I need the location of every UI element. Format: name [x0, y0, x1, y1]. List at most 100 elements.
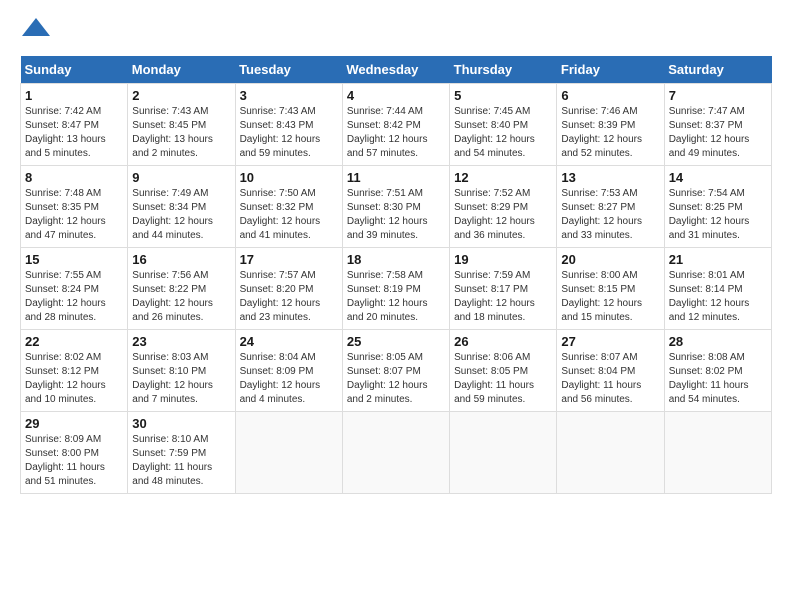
- calendar-day-cell: 21 Sunrise: 8:01 AM Sunset: 8:14 PM Dayl…: [664, 248, 771, 330]
- calendar-week-row: 1 Sunrise: 7:42 AM Sunset: 8:47 PM Dayli…: [21, 84, 772, 166]
- col-wednesday: Wednesday: [342, 56, 449, 84]
- day-number: 30: [132, 416, 230, 431]
- calendar-day-cell: 5 Sunrise: 7:45 AM Sunset: 8:40 PM Dayli…: [450, 84, 557, 166]
- day-info: Sunrise: 8:07 AM Sunset: 8:04 PM Dayligh…: [561, 351, 659, 407]
- logo: [20, 20, 50, 46]
- calendar-day-cell: 12 Sunrise: 7:52 AM Sunset: 8:29 PM Dayl…: [450, 166, 557, 248]
- day-info: Sunrise: 8:06 AM Sunset: 8:05 PM Dayligh…: [454, 351, 552, 407]
- day-info: Sunrise: 7:59 AM Sunset: 8:17 PM Dayligh…: [454, 269, 552, 325]
- day-info: Sunrise: 8:04 AM Sunset: 8:09 PM Dayligh…: [240, 351, 338, 407]
- day-info: Sunrise: 7:54 AM Sunset: 8:25 PM Dayligh…: [669, 187, 767, 243]
- calendar-day-cell: 9 Sunrise: 7:49 AM Sunset: 8:34 PM Dayli…: [128, 166, 235, 248]
- day-number: 28: [669, 334, 767, 349]
- calendar-day-cell: 17 Sunrise: 7:57 AM Sunset: 8:20 PM Dayl…: [235, 248, 342, 330]
- calendar-day-cell: 22 Sunrise: 8:02 AM Sunset: 8:12 PM Dayl…: [21, 330, 128, 412]
- day-info: Sunrise: 7:52 AM Sunset: 8:29 PM Dayligh…: [454, 187, 552, 243]
- calendar-day-cell: 16 Sunrise: 7:56 AM Sunset: 8:22 PM Dayl…: [128, 248, 235, 330]
- calendar-day-cell: 7 Sunrise: 7:47 AM Sunset: 8:37 PM Dayli…: [664, 84, 771, 166]
- calendar-day-cell: 29 Sunrise: 8:09 AM Sunset: 8:00 PM Dayl…: [21, 412, 128, 494]
- calendar-day-cell: 11 Sunrise: 7:51 AM Sunset: 8:30 PM Dayl…: [342, 166, 449, 248]
- day-number: 13: [561, 170, 659, 185]
- calendar-week-row: 29 Sunrise: 8:09 AM Sunset: 8:00 PM Dayl…: [21, 412, 772, 494]
- day-info: Sunrise: 7:50 AM Sunset: 8:32 PM Dayligh…: [240, 187, 338, 243]
- col-tuesday: Tuesday: [235, 56, 342, 84]
- day-number: 21: [669, 252, 767, 267]
- day-number: 5: [454, 88, 552, 103]
- day-number: 7: [669, 88, 767, 103]
- calendar-day-cell: 28 Sunrise: 8:08 AM Sunset: 8:02 PM Dayl…: [664, 330, 771, 412]
- day-number: 10: [240, 170, 338, 185]
- day-info: Sunrise: 7:58 AM Sunset: 8:19 PM Dayligh…: [347, 269, 445, 325]
- day-info: Sunrise: 7:43 AM Sunset: 8:43 PM Dayligh…: [240, 105, 338, 161]
- calendar-day-cell: 10 Sunrise: 7:50 AM Sunset: 8:32 PM Dayl…: [235, 166, 342, 248]
- empty-cell: [235, 412, 342, 494]
- calendar-day-cell: 20 Sunrise: 8:00 AM Sunset: 8:15 PM Dayl…: [557, 248, 664, 330]
- calendar-day-cell: 8 Sunrise: 7:48 AM Sunset: 8:35 PM Dayli…: [21, 166, 128, 248]
- col-thursday: Thursday: [450, 56, 557, 84]
- day-info: Sunrise: 7:45 AM Sunset: 8:40 PM Dayligh…: [454, 105, 552, 161]
- day-number: 4: [347, 88, 445, 103]
- calendar-day-cell: 18 Sunrise: 7:58 AM Sunset: 8:19 PM Dayl…: [342, 248, 449, 330]
- calendar-day-cell: 1 Sunrise: 7:42 AM Sunset: 8:47 PM Dayli…: [21, 84, 128, 166]
- day-number: 16: [132, 252, 230, 267]
- calendar-day-cell: 4 Sunrise: 7:44 AM Sunset: 8:42 PM Dayli…: [342, 84, 449, 166]
- day-info: Sunrise: 7:48 AM Sunset: 8:35 PM Dayligh…: [25, 187, 123, 243]
- day-number: 22: [25, 334, 123, 349]
- empty-cell: [450, 412, 557, 494]
- day-info: Sunrise: 7:56 AM Sunset: 8:22 PM Dayligh…: [132, 269, 230, 325]
- day-info: Sunrise: 7:42 AM Sunset: 8:47 PM Dayligh…: [25, 105, 123, 161]
- empty-cell: [342, 412, 449, 494]
- calendar-table: Sunday Monday Tuesday Wednesday Thursday…: [20, 56, 772, 494]
- calendar-header-row: Sunday Monday Tuesday Wednesday Thursday…: [21, 56, 772, 84]
- day-info: Sunrise: 8:03 AM Sunset: 8:10 PM Dayligh…: [132, 351, 230, 407]
- day-info: Sunrise: 8:10 AM Sunset: 7:59 PM Dayligh…: [132, 433, 230, 489]
- day-number: 26: [454, 334, 552, 349]
- calendar-day-cell: 3 Sunrise: 7:43 AM Sunset: 8:43 PM Dayli…: [235, 84, 342, 166]
- day-info: Sunrise: 8:01 AM Sunset: 8:14 PM Dayligh…: [669, 269, 767, 325]
- day-info: Sunrise: 8:00 AM Sunset: 8:15 PM Dayligh…: [561, 269, 659, 325]
- day-number: 18: [347, 252, 445, 267]
- col-saturday: Saturday: [664, 56, 771, 84]
- day-info: Sunrise: 7:53 AM Sunset: 8:27 PM Dayligh…: [561, 187, 659, 243]
- day-number: 8: [25, 170, 123, 185]
- day-number: 6: [561, 88, 659, 103]
- col-sunday: Sunday: [21, 56, 128, 84]
- calendar-day-cell: 2 Sunrise: 7:43 AM Sunset: 8:45 PM Dayli…: [128, 84, 235, 166]
- col-friday: Friday: [557, 56, 664, 84]
- empty-cell: [664, 412, 771, 494]
- day-number: 19: [454, 252, 552, 267]
- day-number: 1: [25, 88, 123, 103]
- day-number: 29: [25, 416, 123, 431]
- day-number: 17: [240, 252, 338, 267]
- calendar-day-cell: 27 Sunrise: 8:07 AM Sunset: 8:04 PM Dayl…: [557, 330, 664, 412]
- day-info: Sunrise: 7:49 AM Sunset: 8:34 PM Dayligh…: [132, 187, 230, 243]
- day-info: Sunrise: 8:05 AM Sunset: 8:07 PM Dayligh…: [347, 351, 445, 407]
- calendar-day-cell: 14 Sunrise: 7:54 AM Sunset: 8:25 PM Dayl…: [664, 166, 771, 248]
- day-info: Sunrise: 7:55 AM Sunset: 8:24 PM Dayligh…: [25, 269, 123, 325]
- day-info: Sunrise: 7:51 AM Sunset: 8:30 PM Dayligh…: [347, 187, 445, 243]
- day-number: 15: [25, 252, 123, 267]
- day-info: Sunrise: 8:08 AM Sunset: 8:02 PM Dayligh…: [669, 351, 767, 407]
- page-header: [20, 20, 772, 46]
- day-number: 3: [240, 88, 338, 103]
- day-info: Sunrise: 7:47 AM Sunset: 8:37 PM Dayligh…: [669, 105, 767, 161]
- calendar-day-cell: 25 Sunrise: 8:05 AM Sunset: 8:07 PM Dayl…: [342, 330, 449, 412]
- day-number: 23: [132, 334, 230, 349]
- calendar-day-cell: 30 Sunrise: 8:10 AM Sunset: 7:59 PM Dayl…: [128, 412, 235, 494]
- calendar-week-row: 15 Sunrise: 7:55 AM Sunset: 8:24 PM Dayl…: [21, 248, 772, 330]
- day-number: 27: [561, 334, 659, 349]
- calendar-day-cell: 15 Sunrise: 7:55 AM Sunset: 8:24 PM Dayl…: [21, 248, 128, 330]
- calendar-week-row: 8 Sunrise: 7:48 AM Sunset: 8:35 PM Dayli…: [21, 166, 772, 248]
- calendar-week-row: 22 Sunrise: 8:02 AM Sunset: 8:12 PM Dayl…: [21, 330, 772, 412]
- calendar-day-cell: 13 Sunrise: 7:53 AM Sunset: 8:27 PM Dayl…: [557, 166, 664, 248]
- day-number: 14: [669, 170, 767, 185]
- calendar-day-cell: 23 Sunrise: 8:03 AM Sunset: 8:10 PM Dayl…: [128, 330, 235, 412]
- logo-icon: [22, 18, 50, 41]
- day-number: 12: [454, 170, 552, 185]
- calendar-day-cell: 6 Sunrise: 7:46 AM Sunset: 8:39 PM Dayli…: [557, 84, 664, 166]
- day-number: 2: [132, 88, 230, 103]
- day-info: Sunrise: 8:02 AM Sunset: 8:12 PM Dayligh…: [25, 351, 123, 407]
- day-number: 24: [240, 334, 338, 349]
- calendar-day-cell: 24 Sunrise: 8:04 AM Sunset: 8:09 PM Dayl…: [235, 330, 342, 412]
- day-info: Sunrise: 7:57 AM Sunset: 8:20 PM Dayligh…: [240, 269, 338, 325]
